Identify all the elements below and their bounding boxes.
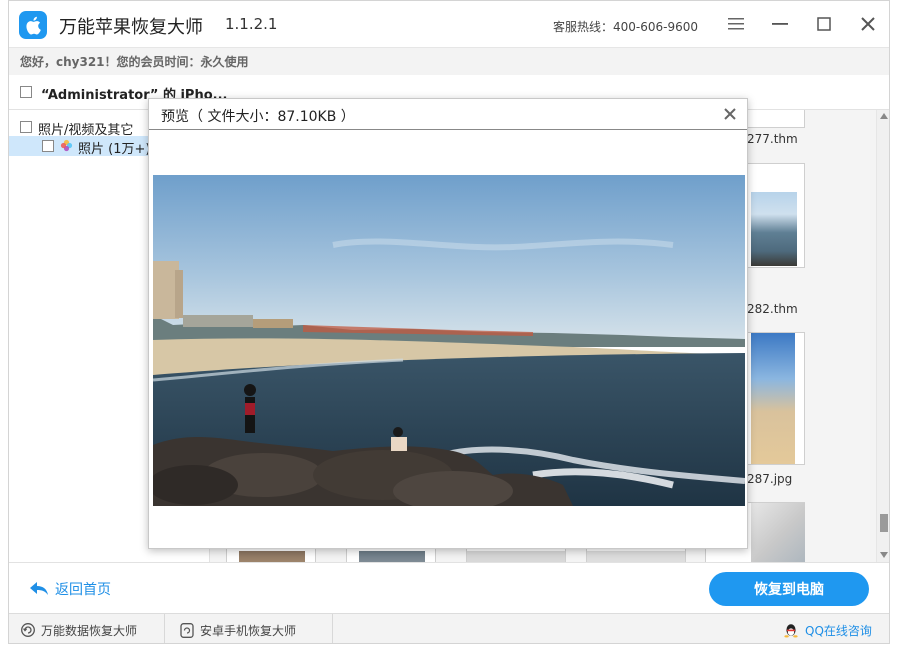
thumbnail-image xyxy=(359,551,425,562)
grid-scrollbar[interactable] xyxy=(876,110,889,562)
bottom-action-bar: 返回首页 恢复到电脑 xyxy=(9,562,889,614)
android-recovery-label: 安卓手机恢复大师 xyxy=(200,623,297,638)
minimize-icon[interactable] xyxy=(769,13,791,35)
data-recovery-label: 万能数据恢复大师 xyxy=(41,623,138,638)
apple-logo-icon xyxy=(19,11,47,39)
tree-child-checkbox[interactable] xyxy=(42,140,54,152)
tree-child-label: 照片 (1万+) xyxy=(78,142,151,157)
status-divider xyxy=(332,614,333,643)
data-recovery-link[interactable]: 万能数据恢复大师 xyxy=(21,614,138,643)
status-divider xyxy=(164,614,165,643)
thumbnail-image xyxy=(751,192,797,266)
qq-consult-label: QQ在线咨询 xyxy=(805,623,872,638)
service-hotline: 客服热线：400-606-9600 xyxy=(553,20,699,34)
device-checkbox[interactable] xyxy=(20,86,32,98)
menu-icon[interactable] xyxy=(725,13,747,35)
thumbnail-image xyxy=(751,503,805,562)
qq-consult-link[interactable]: QQ在线咨询 xyxy=(783,614,872,643)
thumbnail-image xyxy=(751,333,795,464)
greeting-bar: 您好，chy321！您的会员时间：永久使用 xyxy=(9,47,889,76)
phone-recovery-icon xyxy=(180,622,194,638)
scrollbar-thumb[interactable] xyxy=(880,514,888,532)
title-bar: 万能苹果恢复大师 1.1.2.1 客服热线：400-606-9600 xyxy=(9,1,889,47)
back-home-label: 返回首页 xyxy=(55,582,111,598)
close-icon[interactable] xyxy=(857,13,879,35)
recover-to-pc-button[interactable]: 恢复到电脑 xyxy=(709,572,869,606)
android-recovery-link[interactable]: 安卓手机恢复大师 xyxy=(180,614,297,643)
refresh-icon xyxy=(21,623,35,637)
dialog-divider xyxy=(149,129,747,130)
app-version: 1.1.2.1 xyxy=(225,15,278,33)
status-bar: 万能数据恢复大师 安卓手机恢复大师 QQ在线咨询 xyxy=(9,613,889,643)
dialog-close-icon[interactable] xyxy=(721,105,739,123)
scroll-up-icon[interactable] xyxy=(880,113,888,119)
app-title: 万能苹果恢复大师 xyxy=(59,17,203,38)
thumbnail-name: 282.thm xyxy=(747,302,798,316)
thumbnail-image xyxy=(587,551,685,562)
preview-photo xyxy=(153,175,745,506)
preview-dialog-title: 预览（ 文件大小：87.10KB ） xyxy=(161,109,355,125)
thumbnail-name: 287.jpg xyxy=(747,472,793,486)
photos-app-icon xyxy=(60,139,73,156)
preview-dialog: 预览（ 文件大小：87.10KB ） xyxy=(148,98,748,549)
qq-penguin-icon xyxy=(784,624,798,638)
thumbnail-image xyxy=(467,551,565,562)
member-greeting: 您好，chy321！您的会员时间：永久使用 xyxy=(20,55,249,69)
back-home-button[interactable]: 返回首页 xyxy=(29,579,111,599)
maximize-icon[interactable] xyxy=(813,13,835,35)
thumbnail-name: 277.thm xyxy=(747,132,798,146)
tree-root-checkbox[interactable] xyxy=(20,121,32,133)
scroll-down-icon[interactable] xyxy=(880,552,888,558)
thumbnail-image xyxy=(239,551,305,562)
back-arrow-icon xyxy=(30,582,48,595)
